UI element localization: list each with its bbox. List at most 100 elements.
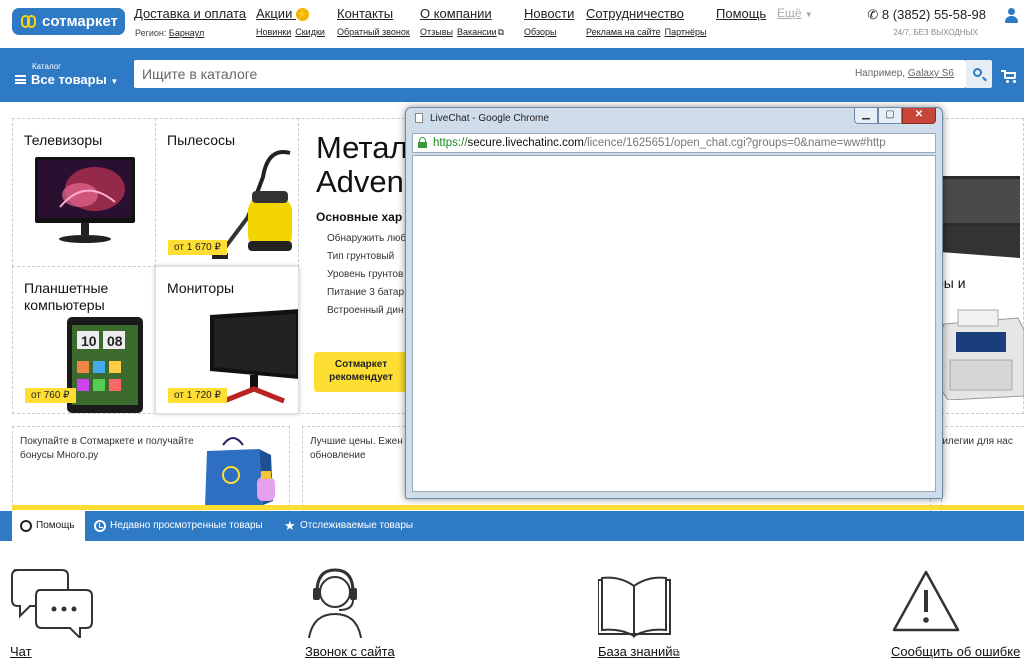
chevron-down-icon: ▼: [110, 77, 119, 86]
help-callback-label[interactable]: Звонок с сайта: [305, 644, 395, 659]
tab-help[interactable]: Помощь: [12, 511, 85, 541]
nav-help[interactable]: Помощь: [716, 6, 766, 21]
search-example-prefix: Например,: [854, 68, 906, 79]
promo-subtitle: Основные хар: [316, 210, 403, 224]
lightning-icon: ⚡: [295, 8, 309, 21]
close-button[interactable]: ✕: [902, 108, 936, 124]
tab-tracked-label: Отслеживаемые товары: [300, 520, 414, 531]
nav-delivery[interactable]: Доставка и оплата: [134, 6, 246, 21]
nav-sub-advertising[interactable]: Реклама на сайте: [586, 27, 661, 37]
recommends-button-line1: Сотмаркет: [334, 359, 388, 370]
search-icon: [973, 68, 982, 77]
promo-features: Обнаружить люб Тип грунтовый Уровень гру…: [327, 232, 406, 322]
list-item: Встроенный дин: [327, 305, 404, 316]
nav-sub-partners[interactable]: Партнёры: [665, 27, 707, 37]
warning-icon: [892, 570, 960, 632]
help-report-error[interactable]: Сообщить об ошибке: [890, 566, 1020, 659]
headset-operator-icon: [308, 568, 362, 639]
nav-contacts[interactable]: Контакты Обратный звонок: [337, 6, 414, 37]
nav-promotions-link[interactable]: Акции: [256, 6, 292, 21]
lifebuoy-icon: [20, 520, 32, 532]
popup-content-area[interactable]: [412, 155, 936, 492]
category-vacuum[interactable]: Пылесосы от 1 670 ₽: [155, 118, 299, 267]
nav-sub-callback[interactable]: Обратный звонок: [337, 27, 410, 37]
tab-recently-viewed[interactable]: Недавно просмотренные товары: [86, 511, 276, 541]
nav-delivery-link[interactable]: Доставка и оплата: [134, 6, 246, 21]
nav-promotions[interactable]: Акции ⚡ Новинки Скидки: [256, 6, 329, 37]
search-example-value[interactable]: Galaxy S6: [908, 68, 954, 79]
promo-title-line2: Adven: [316, 164, 404, 199]
nav-sub-reviews-articles[interactable]: Обзоры: [524, 27, 556, 37]
minimize-button[interactable]: ▁: [854, 108, 878, 124]
search-bar: Каталог Все товары ▼ Например, Galaxy S6: [0, 48, 1024, 102]
help-knowledge-base-label[interactable]: База знаний⧉: [598, 644, 680, 659]
chat-icon: [11, 569, 93, 641]
help-report-error-label[interactable]: Сообщить об ошибке: [891, 644, 1020, 659]
catalog-button-label: Все товары: [31, 72, 107, 87]
search-button[interactable]: [966, 60, 992, 88]
logo-text: сотмаркет: [42, 13, 118, 30]
help-knowledge-base[interactable]: База знаний⧉: [597, 566, 680, 659]
help-knowledge-base-text: База знаний: [598, 644, 673, 659]
category-laptops-partial[interactable]: ры и: [936, 118, 1024, 414]
promo-title: Метал Adven: [316, 131, 408, 199]
window-title: LiveChat - Google Chrome: [430, 113, 549, 124]
price-badge: от 760 ₽: [25, 388, 76, 403]
tablet-image: 10 08: [67, 317, 143, 413]
nav-news-link[interactable]: Новости: [524, 6, 574, 21]
clock-icon: [94, 520, 106, 532]
banner-text-line: обновление: [310, 450, 366, 461]
address-bar[interactable]: https://secure.livechatinc.com/licence/1…: [412, 133, 936, 153]
list-item: Питание 3 батар: [327, 287, 405, 298]
banner-privileges[interactable]: вилегии для нас: [930, 426, 1024, 512]
nav-sub-reviews[interactable]: Отзывы: [420, 27, 453, 37]
nav-cooperation[interactable]: Сотрудничество Реклама на сайте Партнёры: [586, 6, 711, 37]
maximize-button[interactable]: ▢: [878, 108, 902, 124]
book-icon: [597, 576, 671, 638]
search-input[interactable]: [134, 60, 834, 88]
livechat-popup-window[interactable]: LiveChat - Google Chrome ▁ ▢ ✕ https://s…: [405, 107, 943, 499]
banner-bonuses[interactable]: Покупайте в Сотмаркете и получайте бонус…: [12, 426, 290, 512]
nav-news[interactable]: Новости Обзоры: [524, 6, 574, 37]
phone-hours: 24/7, БЕЗ ВЫХОДНЫХ: [893, 28, 978, 37]
category-tv[interactable]: Телевизоры: [12, 118, 156, 267]
search-example[interactable]: Например, Galaxy S6: [855, 68, 954, 79]
lock-icon: [418, 137, 427, 148]
banner-text-line: Покупайте в Сотмаркете и получайте: [20, 436, 194, 447]
svg-text:08: 08: [107, 333, 123, 349]
star-icon: ★: [284, 518, 296, 533]
search-box: Например, Galaxy S6: [134, 60, 966, 88]
nav-contacts-link[interactable]: Контакты: [337, 6, 414, 21]
region-selector[interactable]: Регион: Барнаул: [135, 28, 204, 38]
tab-tracked[interactable]: ★ Отслеживаемые товары: [276, 511, 426, 541]
help-callback[interactable]: Звонок с сайта: [305, 566, 395, 659]
help-chat[interactable]: Чат: [10, 566, 94, 659]
nav-about[interactable]: О компании Отзывы Вакансии⧉: [420, 6, 508, 38]
shopping-bag-image: [205, 437, 275, 507]
nav-cooperation-link[interactable]: Сотрудничество: [586, 6, 711, 21]
svg-text:10: 10: [81, 333, 97, 349]
category-tablets[interactable]: Планшетные компьютеры 10 08 от 760 ₽: [12, 266, 156, 414]
nav-sub-vacancies[interactable]: Вакансии: [457, 27, 497, 37]
region-value[interactable]: Барнаул: [169, 28, 204, 38]
nav-about-link[interactable]: О компании: [420, 6, 508, 21]
nav-sub-new[interactable]: Новинки: [256, 27, 291, 37]
page-icon: [415, 113, 423, 123]
cart-icon[interactable]: [1001, 69, 1018, 83]
recommends-button[interactable]: Сотмаркет рекомендует: [314, 352, 408, 392]
help-chat-label[interactable]: Чат: [10, 644, 32, 659]
banner-text: Покупайте в Сотмаркете и получайте бонус…: [20, 435, 194, 463]
url-path: /licence/1625651/open_chat.cgi?groups=0&…: [583, 137, 886, 149]
printer-image: [939, 309, 1024, 400]
catalog-button[interactable]: Все товары ▼: [15, 72, 118, 87]
banner-text: Лучшие цены. Ежен обновление: [310, 435, 403, 463]
nav-help-link[interactable]: Помощь: [716, 6, 766, 21]
category-monitors[interactable]: Мониторы от 1 720 ₽: [155, 266, 299, 414]
nav-more[interactable]: Ещё ▼: [777, 6, 813, 20]
tv-image: [35, 157, 135, 243]
nav-more-label[interactable]: Ещё: [777, 6, 802, 20]
user-account-icon[interactable]: [1004, 8, 1018, 24]
external-link-icon: ⧉: [497, 27, 505, 37]
nav-sub-discounts[interactable]: Скидки: [295, 27, 325, 37]
logo[interactable]: сотмаркет: [12, 8, 125, 35]
